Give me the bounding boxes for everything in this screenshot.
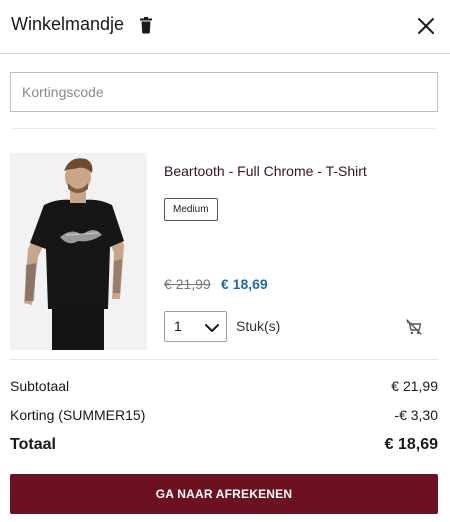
subtotal-value: € 21,99 [391, 378, 438, 394]
quantity-unit: Stuk(s) [236, 318, 281, 334]
close-icon[interactable] [415, 15, 437, 37]
quantity-value: 1 [174, 318, 182, 334]
divider [10, 359, 438, 360]
divider [10, 128, 438, 129]
discount-value: -€ 3,30 [394, 407, 438, 423]
original-price: € 21,99 [164, 276, 211, 292]
subtotal-label: Subtotaal [10, 378, 70, 394]
discounted-price: € 18,69 [221, 276, 268, 292]
cart-title: Winkelmandje [11, 14, 125, 34]
cart-header: Winkelmandje [0, 0, 450, 54]
total-value: € 18,69 [384, 436, 438, 453]
coupon-code-input[interactable] [10, 72, 438, 112]
variant-badge: Medium [164, 198, 218, 221]
checkout-button[interactable]: GA NAAR AFREKENEN [10, 474, 438, 514]
quantity-select[interactable]: 1 [164, 311, 227, 342]
discount-label: Korting (SUMMER15) [10, 407, 146, 423]
product-name[interactable]: Beartooth - Full Chrome - T-Shirt [164, 163, 367, 179]
chevron-down-icon [204, 321, 220, 333]
remove-from-cart-icon[interactable] [405, 318, 423, 336]
total-label: Totaal [10, 436, 56, 453]
product-image[interactable] [10, 153, 147, 350]
trash-icon[interactable] [139, 17, 153, 35]
